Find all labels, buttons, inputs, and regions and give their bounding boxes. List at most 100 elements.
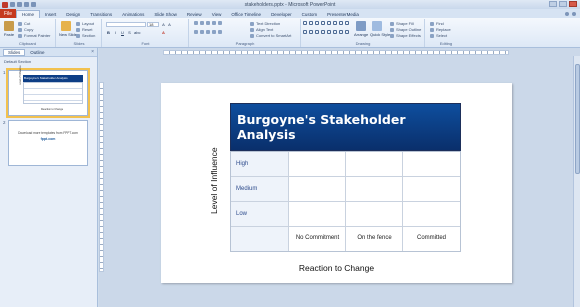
reset-button[interactable]: Reset	[76, 27, 92, 32]
tab-review[interactable]: Review	[182, 10, 207, 18]
tab-presentermedia[interactable]: PresenterMedia	[322, 10, 364, 18]
shape-icon[interactable]	[303, 29, 307, 34]
shape-icon[interactable]	[321, 21, 325, 25]
align-text-icon	[250, 27, 254, 32]
font-name-box[interactable]	[106, 22, 146, 27]
panel-close-icon[interactable]: ×	[91, 49, 94, 55]
tab-animations[interactable]: Animations	[117, 10, 149, 18]
align-buttons[interactable]	[194, 30, 222, 34]
tab-transitions[interactable]: Transitions	[85, 10, 117, 18]
increase-indent-icon	[212, 21, 216, 25]
tab-slides[interactable]: Slides	[3, 48, 26, 56]
tab-outline[interactable]: Outline	[26, 49, 48, 56]
shapes-gallery[interactable]	[303, 21, 349, 37]
text-direction-button[interactable]: Text Direction	[250, 21, 280, 26]
scrollbar-thumb[interactable]	[575, 64, 580, 174]
shape-outline-button[interactable]: Shape Outline	[390, 27, 421, 32]
paste-button[interactable]: Paste	[2, 21, 16, 39]
underline-button[interactable]: U	[120, 30, 125, 35]
shadow-button[interactable]: S	[127, 30, 132, 35]
shape-icon[interactable]	[309, 21, 313, 25]
shape-icon[interactable]	[333, 21, 337, 25]
font-size-box[interactable]: 18	[147, 22, 159, 27]
find-button[interactable]: Find	[430, 21, 444, 26]
new-slide-button[interactable]: New Slide	[59, 21, 77, 39]
convert-smartart-button[interactable]: Convert to SmartArt	[250, 33, 291, 38]
layout-button[interactable]: Layout	[76, 21, 94, 26]
y-axis-label[interactable]: Level of Influence	[209, 147, 219, 214]
shape-fill-button[interactable]: Shape Fill	[390, 21, 414, 26]
section-button[interactable]: Section	[76, 33, 95, 38]
select-button[interactable]: Select	[430, 33, 447, 38]
tab-insert[interactable]: Insert	[40, 10, 61, 18]
close-button[interactable]	[569, 1, 577, 7]
horizontal-ruler[interactable]	[163, 50, 509, 55]
tab-file[interactable]: File	[0, 9, 16, 18]
font-group: 18 A A B I U S abc A Font	[103, 19, 189, 47]
shape-icon[interactable]	[303, 21, 307, 25]
minimize-ribbon-icon[interactable]	[565, 12, 569, 16]
maximize-button[interactable]	[559, 1, 567, 7]
shape-icon[interactable]	[333, 29, 337, 34]
slide-thumbnail-2[interactable]: Download more templates from FPPT.com fp…	[8, 120, 88, 166]
shape-icon[interactable]	[345, 21, 349, 25]
shape-icon[interactable]	[309, 29, 313, 34]
line-spacing-icon	[218, 21, 222, 25]
shape-icon[interactable]	[339, 21, 343, 25]
tab-developer[interactable]: Developer	[266, 10, 297, 18]
shape-icon[interactable]	[339, 29, 343, 34]
align-text-button[interactable]: Align Text	[250, 27, 273, 32]
section-header[interactable]: Default Section	[0, 57, 97, 66]
replace-button[interactable]: Replace	[430, 27, 451, 32]
column-label-no-commitment: No Commitment	[295, 235, 340, 241]
shrink-font-button[interactable]: A	[167, 22, 172, 27]
shape-icon[interactable]	[315, 21, 319, 25]
bold-button[interactable]: B	[106, 30, 111, 35]
grid-row: No Commitment On the fence Committed	[231, 227, 460, 251]
row-label-low: Low	[236, 211, 248, 217]
slide-thumbnail-1[interactable]: Burgoyne's Stakeholder Analysis Level of…	[6, 65, 90, 118]
font-color-button[interactable]: A	[161, 30, 166, 35]
thumbnail-title: Burgoyne's Stakeholder Analysis	[23, 75, 83, 82]
slide[interactable]: Burgoyne's Stakeholder Analysis High Med…	[161, 83, 512, 283]
format-painter-icon	[18, 33, 22, 38]
tab-view[interactable]: View	[207, 10, 227, 18]
copy-button[interactable]: Copy	[18, 27, 33, 32]
grid-cell	[346, 202, 403, 226]
tab-office-timeline[interactable]: Office Timeline	[226, 10, 266, 18]
tab-slide-show[interactable]: Slide Show	[149, 10, 182, 18]
thumbnail-x-label: Reaction to Change	[41, 108, 64, 111]
thumbnail-text: Download more templates from FPPT.com	[18, 131, 78, 135]
vertical-ruler[interactable]	[99, 82, 104, 272]
vertical-scrollbar[interactable]	[573, 56, 580, 307]
shape-icon[interactable]	[327, 29, 331, 34]
format-painter-button[interactable]: Format Painter	[18, 33, 50, 38]
tab-home[interactable]: Home	[16, 10, 41, 18]
cut-button[interactable]: Cut	[18, 21, 30, 26]
strikethrough-button[interactable]: abc	[134, 30, 140, 35]
shape-icon[interactable]	[345, 29, 349, 34]
shape-icon[interactable]	[315, 29, 319, 34]
shape-icon[interactable]	[321, 29, 325, 34]
minimize-button[interactable]	[549, 1, 557, 7]
shape-icon[interactable]	[327, 21, 331, 25]
slide-title[interactable]: Burgoyne's Stakeholder Analysis	[230, 103, 461, 151]
italic-button[interactable]: I	[113, 30, 118, 35]
arrange-button[interactable]: Arrange	[354, 21, 368, 39]
grid-cell	[289, 152, 346, 176]
quick-styles-button[interactable]: Quick Styles	[370, 21, 392, 39]
cut-icon	[18, 21, 22, 26]
bullets-button[interactable]	[194, 21, 222, 25]
shape-effects-button[interactable]: Shape Effects	[390, 33, 421, 38]
tab-design[interactable]: Design	[61, 10, 85, 18]
tab-custom[interactable]: Custom	[297, 10, 323, 18]
x-axis-label[interactable]: Reaction to Change	[161, 263, 512, 273]
help-icon[interactable]	[572, 12, 576, 16]
align-right-icon	[206, 30, 210, 34]
grow-font-button[interactable]: A	[161, 22, 166, 27]
ribbon: Paste Cut Copy Format Painter Clipboard …	[0, 18, 580, 48]
slide-number: 1	[3, 70, 6, 75]
paste-icon	[4, 21, 14, 31]
grid-cell	[289, 177, 346, 201]
stakeholder-grid[interactable]: High Medium Low No Commitment On the fen…	[230, 151, 461, 252]
